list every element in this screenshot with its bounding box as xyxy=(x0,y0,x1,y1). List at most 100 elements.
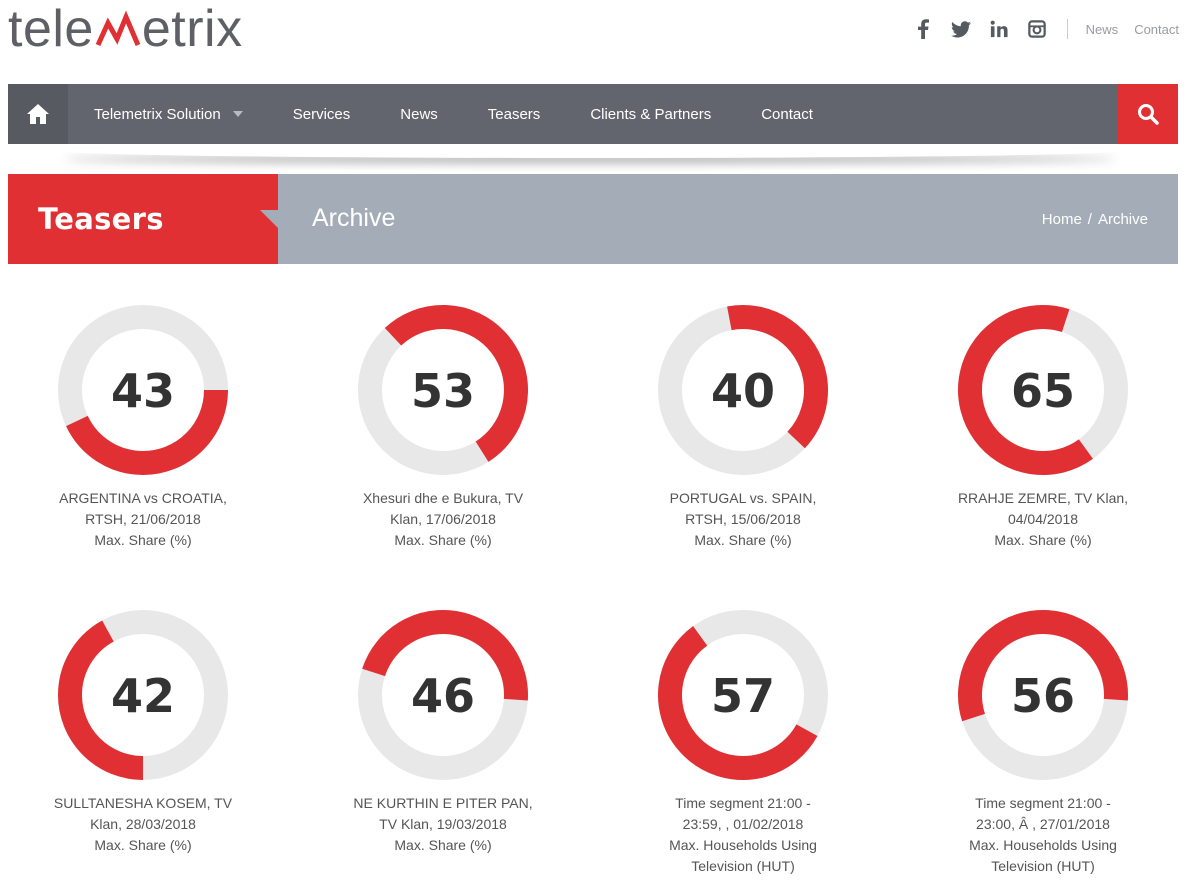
nav-item-teasers[interactable]: Teasers xyxy=(488,106,541,123)
caption-line4: Television (HUT) xyxy=(991,858,1095,874)
caption-line2: 23:59, , 01/02/2018 xyxy=(682,816,804,832)
top-bar: News Contact xyxy=(911,14,1179,44)
donut-value: 42 xyxy=(111,669,175,723)
banner-notch xyxy=(260,210,278,228)
caption-line3: Max. Share (%) xyxy=(94,837,192,853)
nav-item-label: Contact xyxy=(761,105,813,123)
top-link-contact[interactable]: Contact xyxy=(1134,22,1179,37)
donut-value: 43 xyxy=(111,364,175,418)
instagram-icon[interactable] xyxy=(1025,17,1049,41)
teaser-caption: SULLTANESHA KOSEM, TV Klan, 28/03/2018 Max… xyxy=(0,793,293,856)
logo[interactable]: tele etrix xyxy=(8,0,243,60)
share-donut: 65 xyxy=(958,305,1128,475)
caption-line3: Max. Households Using xyxy=(969,837,1117,853)
page-title-box: Teasers xyxy=(8,174,278,264)
donut-value: 56 xyxy=(1011,669,1075,723)
caption-line1: PORTUGAL vs. SPAIN, xyxy=(669,490,817,506)
donut-value: 57 xyxy=(711,669,775,723)
caption-line3: Max. Share (%) xyxy=(94,532,192,548)
donut-value: 46 xyxy=(411,669,475,723)
teaser-card[interactable]: 57 Time segment 21:00 - 23:59, , 01/02/201… xyxy=(593,605,893,877)
logo-text-left: tele xyxy=(8,0,94,58)
caption-line1: NE KURTHIN E PITER PAN, xyxy=(353,795,533,811)
home-icon xyxy=(27,104,49,124)
share-donut: 53 xyxy=(358,305,528,476)
page-title: Teasers xyxy=(38,202,164,236)
nav-item-label: Clients & Partners xyxy=(590,105,712,123)
caption-line1: RRAHJE ZEMRE, TV Klan, xyxy=(957,490,1129,506)
page-banner: Teasers Archive Home / Archive xyxy=(8,174,1178,264)
donut-value: 65 xyxy=(1011,364,1075,418)
nav-shadow xyxy=(60,144,1120,158)
breadcrumb-separator: / xyxy=(1087,211,1092,228)
breadcrumb-current: Archive xyxy=(1097,211,1148,228)
twitter-icon[interactable] xyxy=(949,17,973,41)
nav-item-label: News xyxy=(400,105,438,123)
caption-line2: 04/04/2018 xyxy=(1007,511,1079,527)
share-donut: 57 xyxy=(658,610,828,780)
nav-item-label: Teasers xyxy=(487,105,541,123)
teaser-card[interactable]: 56 Time segment 21:00 - 23:00, Â , 27/01/2… xyxy=(893,605,1191,877)
page-subtitle: Archive xyxy=(312,204,396,232)
caption-line3: Max. Share (%) xyxy=(394,837,492,853)
teaser-card[interactable]: 65 RRAHJE ZEMRE, TV Klan, 04/04/2018 Max. S… xyxy=(893,300,1191,551)
teaser-caption: RRAHJE ZEMRE, TV Klan, 04/04/2018 Max. Sha… xyxy=(893,488,1191,551)
share-donut: 46 xyxy=(358,610,528,780)
donut-value: 53 xyxy=(411,364,475,418)
teaser-caption: Xhesuri dhe e Bukura, TV Klan, 17/06/2018… xyxy=(293,488,593,551)
nav-item-telemetrix-solution[interactable]: Telemetrix Solution xyxy=(94,106,243,123)
chevron-down-icon xyxy=(232,111,243,117)
caption-line2: TV Klan, 19/03/2018 xyxy=(379,816,507,832)
share-donut: 56 xyxy=(957,610,1128,780)
breadcrumb: Home / Archive xyxy=(1042,211,1148,228)
teaser-caption: Time segment 21:00 - 23:59, , 01/02/2018 M… xyxy=(593,793,893,877)
caption-line1: SULLTANESHA KOSEM, TV xyxy=(53,795,233,811)
caption-line2: Klan, 17/06/2018 xyxy=(390,511,496,527)
nav-item-services[interactable]: Services xyxy=(293,106,351,123)
caption-line2: Klan, 28/03/2018 xyxy=(90,816,196,832)
linkedin-icon[interactable] xyxy=(987,17,1011,41)
caption-line3: Max. Share (%) xyxy=(394,532,492,548)
teaser-caption: ARGENTINA vs CROATIA, RTSH, 21/06/2018 Max… xyxy=(0,488,293,551)
caption-line2: 23:00, Â , 27/01/2018 xyxy=(976,816,1110,832)
teaser-card[interactable]: 42 SULLTANESHA KOSEM, TV Klan, 28/03/2018 M… xyxy=(0,605,293,856)
main-nav: Telemetrix Solution Services News Teaser… xyxy=(8,84,1178,144)
caption-line1: Time segment 21:00 - xyxy=(975,795,1111,811)
teaser-caption: NE KURTHIN E PITER PAN, TV Klan, 19/03/20… xyxy=(293,793,593,856)
top-links: News Contact xyxy=(1086,22,1179,37)
caption-line2: RTSH, 21/06/2018 xyxy=(85,511,201,527)
top-divider xyxy=(1066,19,1068,39)
search-icon xyxy=(1138,104,1159,125)
donut-value: 40 xyxy=(711,364,775,418)
caption-line3: Max. Share (%) xyxy=(994,532,1092,548)
home-button[interactable] xyxy=(8,84,68,144)
caption-line1: Time segment 21:00 - xyxy=(675,795,811,811)
teaser-caption: Time segment 21:00 - 23:00, Â , 27/01/201… xyxy=(893,793,1191,877)
teaser-card[interactable]: 43 ARGENTINA vs CROATIA, RTSH, 21/06/2018 M… xyxy=(0,300,293,551)
logo-text-right: etrix xyxy=(141,0,243,58)
facebook-icon[interactable] xyxy=(911,17,935,41)
logo-m-mark xyxy=(95,10,141,47)
caption-line3: Max. Households Using xyxy=(669,837,817,853)
nav-item-clients-partners[interactable]: Clients & Partners xyxy=(590,106,711,123)
top-link-news[interactable]: News xyxy=(1086,22,1119,37)
social-links xyxy=(911,17,1049,41)
teaser-card[interactable]: 53 Xhesuri dhe e Bukura, TV Klan, 17/06/20… xyxy=(293,300,593,551)
caption-line1: Xhesuri dhe e Bukura, TV xyxy=(362,490,524,506)
teaser-card[interactable]: 40 PORTUGAL vs. SPAIN, RTSH, 15/06/2018 Max… xyxy=(593,300,893,551)
share-donut: 43 xyxy=(58,305,228,475)
caption-line4: Television (HUT) xyxy=(691,858,795,874)
share-donut: 40 xyxy=(658,305,828,475)
nav-item-contact[interactable]: Contact xyxy=(761,106,813,123)
caption-line2: RTSH, 15/06/2018 xyxy=(685,511,801,527)
caption-line3: Max. Share (%) xyxy=(694,532,792,548)
nav-item-label: Telemetrix Solution xyxy=(94,105,221,123)
nav-item-label: Services xyxy=(292,105,351,123)
teaser-caption: PORTUGAL vs. SPAIN, RTSH, 15/06/2018 Max. … xyxy=(593,488,893,551)
caption-line1: ARGENTINA vs CROATIA, xyxy=(59,490,227,506)
search-button[interactable] xyxy=(1118,84,1178,144)
teaser-card[interactable]: 46 NE KURTHIN E PITER PAN, TV Klan, 19/03/… xyxy=(293,605,593,856)
share-donut: 42 xyxy=(58,610,228,780)
nav-item-news[interactable]: News xyxy=(400,106,438,123)
breadcrumb-home[interactable]: Home xyxy=(1042,211,1082,228)
